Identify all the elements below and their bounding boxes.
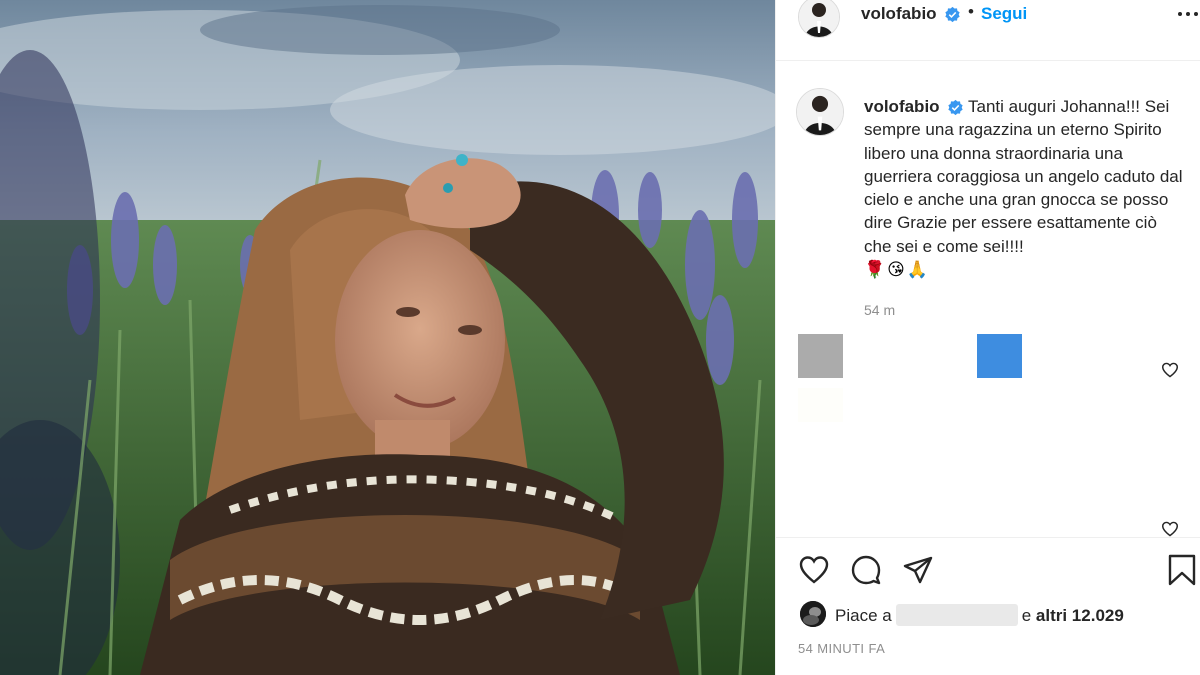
heart-icon[interactable] [798, 554, 830, 586]
more-options-icon[interactable] [1176, 4, 1200, 24]
likes-connector: e [1021, 606, 1032, 625]
comment-image-placeholder [977, 334, 1022, 378]
avatar-image-icon [797, 89, 843, 135]
post-side-panel: volofabio • Segui volofabio Tanti auguri… [776, 0, 1200, 675]
liker-name-redacted[interactable] [895, 604, 1018, 626]
caption-author-avatar[interactable] [796, 88, 844, 136]
caption-time[interactable]: 54 m [864, 302, 895, 318]
follow-separator: • [968, 2, 974, 21]
avatar-image-icon [800, 601, 826, 627]
comment-icon[interactable] [850, 554, 882, 586]
verified-badge-icon [945, 6, 960, 23]
author-avatar[interactable] [798, 0, 840, 38]
avatar-image-icon [799, 0, 839, 37]
caption-emojis: 🌹😘🙏 [864, 260, 931, 279]
post-header: volofabio • Segui [776, 0, 1200, 61]
follow-button[interactable]: Segui [981, 4, 1027, 24]
likes-prefix: Piace a [835, 606, 892, 625]
comment-avatar-placeholder [798, 388, 843, 422]
comment-avatar-placeholder [798, 334, 843, 378]
liker-avatar[interactable] [800, 601, 826, 627]
bookmark-icon[interactable] [1166, 554, 1198, 586]
photo-illustration [0, 0, 775, 675]
caption-text: Tanti auguri Johanna!!! Sei sempre una r… [864, 97, 1188, 256]
post-photo[interactable] [0, 0, 775, 675]
comment-like-heart-icon[interactable] [1161, 521, 1179, 537]
instagram-post-view: volofabio • Segui volofabio Tanti auguri… [0, 0, 1200, 675]
likes-others-link[interactable]: altri 12.029 [1036, 606, 1124, 625]
share-icon[interactable] [902, 554, 934, 586]
post-timestamp[interactable]: 54 MINUTI FA [798, 641, 885, 656]
post-actions-bar: Piace a e altri 12.029 54 MINUTI FA [776, 537, 1200, 675]
author-username[interactable]: volofabio [861, 4, 937, 24]
likes-summary: Piace a e altri 12.029 [835, 604, 1124, 626]
comment-like-heart-icon[interactable] [1161, 362, 1179, 378]
